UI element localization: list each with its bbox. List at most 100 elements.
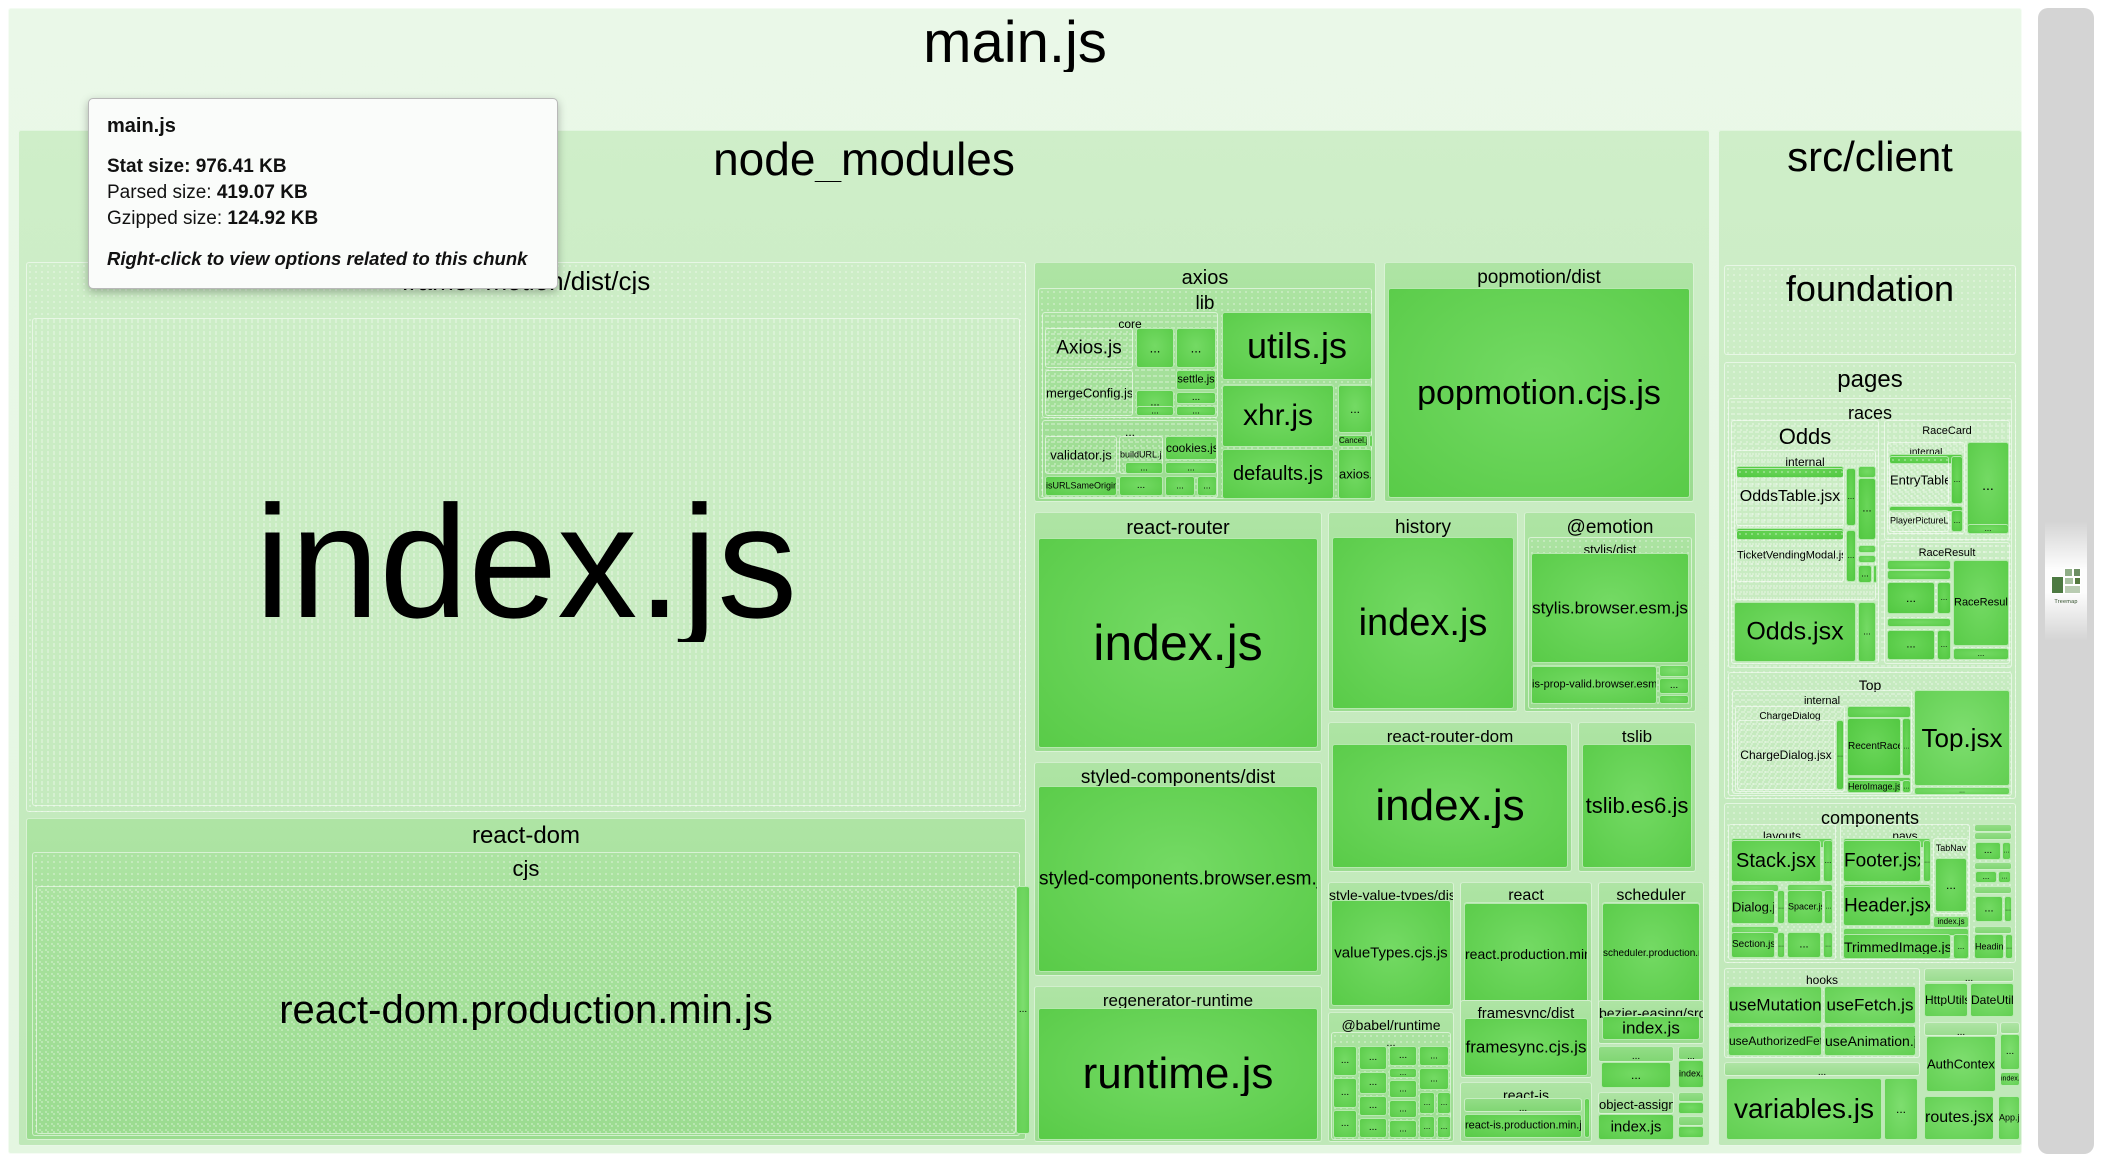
treemap-node-bb14[interactable]: ... xyxy=(1419,1068,1449,1090)
treemap-node-bb5[interactable]: ... xyxy=(1359,1072,1387,1094)
treemap-node-bb11[interactable]: ... xyxy=(1389,1100,1417,1118)
treemap-node-odds-rc5[interactable] xyxy=(1873,565,1877,583)
treemap-node-useauth[interactable]: useAuthorizedFetch.js xyxy=(1728,1026,1822,1056)
treemap-node-oa-c2[interactable] xyxy=(1678,1126,1704,1138)
treemap-node-odds-rc2[interactable]: ... xyxy=(1858,545,1876,553)
treemap-node-odds-rt[interactable]: ... xyxy=(1858,466,1876,478)
treemap-node-framer-index[interactable]: index.js xyxy=(32,318,1020,806)
treemap-node-topjsx[interactable]: Top.jsx xyxy=(1914,690,2010,786)
treemap-node-lay-d3[interactable]: ... xyxy=(1824,890,1833,924)
treemap-node-cmp-r1[interactable]: ... xyxy=(1974,824,2012,832)
treemap-node-headerjsx[interactable]: Header.jsx xyxy=(1843,886,1931,926)
treemap-node-objassign[interactable]: object-assign xyxy=(1598,1092,1674,1114)
treemap-node-rr-c4[interactable]: ... xyxy=(1937,630,1951,660)
treemap-node-ax-c7[interactable]: ... xyxy=(1125,462,1163,474)
treemap-node-em-r2[interactable]: ... xyxy=(1659,665,1689,677)
treemap-node-ax-valid[interactable]: validator.js xyxy=(1045,436,1117,474)
treemap-node-bb7[interactable]: ... xyxy=(1359,1118,1387,1138)
treemap-node-tslib-es6[interactable]: tslib.es6.js xyxy=(1582,744,1692,868)
treemap-node-cmp-c1[interactable]: ... xyxy=(1975,842,2001,860)
treemap-node-trimmed[interactable]: TrimmedImage.jsx xyxy=(1843,934,1951,959)
treemap-node-ax-c9[interactable]: ... xyxy=(1119,476,1163,496)
treemap-node-lay-d2[interactable]: ... xyxy=(1777,890,1785,924)
treemap-node-oa-r2[interactable]: ... xyxy=(1678,1116,1704,1126)
treemap-node-rr-c3[interactable]: ... xyxy=(1887,630,1935,660)
treemap-node-ax-utils[interactable]: utils.js xyxy=(1222,312,1372,380)
treemap-node-ax-c5[interactable]: ... xyxy=(1176,406,1216,416)
treemap-node-oddsjsx[interactable]: Odds.jsx xyxy=(1734,602,1856,662)
treemap-node-bb6[interactable]: ... xyxy=(1359,1096,1387,1116)
treemap-node-rrd-index[interactable]: index.js xyxy=(1332,744,1568,868)
treemap-node-ax-c13[interactable] xyxy=(1369,435,1373,447)
treemap-node-rr-index[interactable]: index.js xyxy=(1038,538,1318,748)
treemap-node-lay-d5[interactable]: ... xyxy=(1823,932,1833,958)
treemap-node-rr-col3[interactable]: ... xyxy=(1887,618,1951,627)
treemap-node-spacerjsx[interactable]: Spacer.jsx xyxy=(1787,890,1823,924)
treemap-node-odds-dash2[interactable]: ... xyxy=(1846,530,1856,582)
treemap-node-useanim[interactable]: useAnimation.js xyxy=(1824,1026,1916,1056)
treemap-node-sched-prod[interactable]: scheduler.production.min.js xyxy=(1602,903,1700,1005)
treemap-node-odds-dash[interactable]: ... xyxy=(1846,468,1856,526)
treemap-node-bz-r2[interactable]: ... xyxy=(1678,1046,1704,1060)
treemap-node-ri-prod[interactable]: react-is.production.min.js xyxy=(1464,1114,1582,1138)
treemap-node-bb1[interactable]: ... xyxy=(1333,1046,1357,1076)
treemap-node-cd-d[interactable]: ... xyxy=(1836,720,1844,790)
treemap-node-foundation[interactable]: foundation xyxy=(1724,265,2016,355)
treemap-node-ax-c1[interactable]: ... xyxy=(1136,328,1174,368)
treemap-node-bb12[interactable]: ... xyxy=(1389,1120,1417,1138)
treemap-node-idx-r[interactable]: ... xyxy=(2000,1022,2020,1034)
treemap-node-bz-c1[interactable]: ... xyxy=(1601,1062,1671,1088)
treemap-node-rr-c2[interactable]: ... xyxy=(1937,582,1951,614)
treemap-node-playerpic[interactable]: PlayerPictureList.jsx xyxy=(1889,510,1949,532)
treemap-node-rrjsx[interactable]: RaceResult.jsx xyxy=(1953,560,2009,646)
treemap-node-ax-settle[interactable]: settle.js xyxy=(1176,370,1216,390)
treemap-node-em-c2[interactable] xyxy=(1659,695,1689,704)
treemap-node-hi-d[interactable]: ... xyxy=(1902,780,1911,793)
treemap-node-ax-c12[interactable]: ... xyxy=(1338,385,1372,433)
treemap-node-headingjsx[interactable]: Heading.jsx xyxy=(1974,934,2004,959)
treemap-node-odds-rc3[interactable]: ... xyxy=(1858,555,1876,563)
treemap-node-rc-sm[interactable]: ... xyxy=(1967,524,2009,534)
treemap-node-cmp-d4[interactable]: ... xyxy=(2005,934,2013,959)
treemap-node-ax-axiosjs[interactable]: Axios.js xyxy=(1045,328,1133,368)
treemap-node-bz-index[interactable]: index.js xyxy=(1602,1016,1700,1040)
treemap-node-ticket[interactable]: TicketVendingModal.jsx xyxy=(1736,530,1844,582)
treemap-node-variablesjs[interactable]: variables.js xyxy=(1726,1078,1882,1140)
treemap-node-em-isprop[interactable]: is-prop-valid.browser.esm.js xyxy=(1531,666,1657,704)
treemap-node-react-prod[interactable]: react.production.min.js xyxy=(1464,903,1588,1005)
treemap-node-em-c1[interactable]: ... xyxy=(1659,678,1689,694)
treemap-node-rr-last[interactable]: ... xyxy=(1953,648,2009,660)
treemap-node-chargedlgjsx[interactable]: ChargeDialog.jsx xyxy=(1737,720,1835,790)
treemap-node-lay-d1[interactable]: ... xyxy=(1823,840,1833,882)
treemap-node-rc-big[interactable]: ... xyxy=(1967,442,2009,528)
treemap-node-ax-c8[interactable]: ... xyxy=(1165,462,1217,474)
treemap-node-cmp-c3[interactable]: ... xyxy=(1975,871,1997,883)
treemap-node-tabnav-c[interactable]: ... xyxy=(1935,858,1967,912)
treemap-node-odds-rc4[interactable]: ... xyxy=(1858,565,1872,583)
treemap-node-dialogjsx[interactable]: Dialog.jsx xyxy=(1731,890,1775,924)
treemap-node-ax-merge[interactable]: mergeConfig.js xyxy=(1045,370,1133,416)
treemap-node-utils-r[interactable]: ... xyxy=(1924,968,2014,982)
treemap-node-oa-c1[interactable] xyxy=(1678,1102,1704,1114)
treemap-node-footerjsx[interactable]: Footer.jsx xyxy=(1843,840,1921,882)
treemap-node-ax-cookies[interactable]: cookies.js xyxy=(1165,436,1217,460)
treemap-node-sc-file[interactable]: styled-components.browser.esm.js xyxy=(1038,786,1318,972)
treemap-node-cmp-c4[interactable]: ... xyxy=(1998,871,2011,883)
treemap-node-idx-c[interactable]: ... xyxy=(2000,1034,2020,1070)
treemap-node-appjsx[interactable]: App.jsx xyxy=(1998,1096,2020,1140)
treemap-node-cmp-r4[interactable]: ... xyxy=(1974,926,2012,934)
treemap-node-pop-file[interactable]: popmotion.cjs.js xyxy=(1388,288,1690,498)
treemap-node-top-r1[interactable]: ... xyxy=(1847,706,1911,718)
treemap-node-ax-c4[interactable]: ... xyxy=(1176,392,1216,404)
sidebar-panel[interactable]: Treemap xyxy=(2038,8,2094,1154)
treemap-node-httputils[interactable]: HttpUtils.js xyxy=(1924,983,1968,1017)
treemap-node-ax-axios[interactable]: axios.js xyxy=(1338,449,1372,499)
treemap-node-rd-side[interactable]: ... xyxy=(1016,886,1030,1134)
treemap-node-rd-prod[interactable]: react-dom.production.min.js xyxy=(36,886,1016,1134)
treemap-node-rr-col2[interactable]: ... xyxy=(1887,570,1951,580)
treemap-node-rr-c1[interactable]: ... xyxy=(1887,582,1935,614)
treemap-node-lay-c5[interactable]: ... xyxy=(1787,932,1821,958)
treemap-node-rc-d1[interactable]: ... xyxy=(1951,456,1963,504)
treemap-node-bb16[interactable]: ... xyxy=(1437,1092,1451,1114)
treemap-node-cmp-c6[interactable]: ... xyxy=(2004,896,2012,922)
